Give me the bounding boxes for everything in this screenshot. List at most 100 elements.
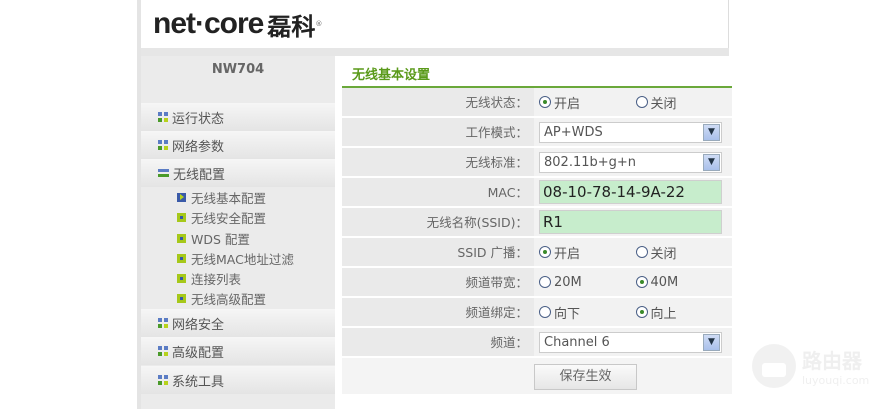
bullet-icon — [177, 212, 186, 222]
radio-unchecked-icon — [539, 306, 551, 318]
expanded-icon — [158, 168, 169, 178]
radio-checked-icon — [539, 96, 551, 108]
chevron-down-icon[interactable]: ▼ — [703, 333, 720, 351]
subitem-wireless-basic[interactable]: 无线基本配置 — [177, 188, 266, 206]
grid-icon — [158, 346, 168, 356]
subitem-connection-list[interactable]: 连接列表 — [177, 269, 241, 287]
field-label: 工作模式： — [465, 125, 528, 140]
field-label: 频道绑定： — [465, 305, 528, 320]
radio-label: 向上 — [650, 306, 677, 322]
radio-label: 20M — [554, 274, 582, 290]
radio-unchecked-icon — [539, 276, 551, 288]
wireless-on-radio[interactable]: 开启 — [539, 93, 636, 112]
chevron-down-icon[interactable]: ▼ — [703, 123, 720, 141]
sidebar-item-label: 网络参数 — [172, 139, 225, 155]
subitem-wireless-advanced[interactable]: 无线高级配置 — [177, 289, 266, 307]
mac-input[interactable]: 08-10-78-14-9A-22 — [539, 180, 722, 204]
field-label: 无线标准： — [465, 155, 528, 170]
sidebar-item-status[interactable]: 运行状态 — [141, 103, 335, 131]
sidebar-item-label: 高级配置 — [172, 345, 225, 361]
brand-cn-text: 磊科 — [267, 12, 316, 41]
active-arrow-icon — [177, 192, 186, 202]
page-title: 无线基本设置 — [352, 68, 431, 83]
radio-label: 关闭 — [650, 96, 677, 112]
radio-label: 40M — [650, 274, 679, 290]
watermark: 路由器 luyouqi.com — [752, 344, 869, 388]
bullet-icon — [177, 233, 186, 243]
subitem-mac-filter[interactable]: 无线MAC地址过滤 — [177, 249, 294, 267]
subitem-wds[interactable]: WDS 配置 — [177, 229, 250, 247]
standard-row: 无线标准： 802.11b+g+n ▼ — [342, 148, 732, 177]
binding-row: 频道绑定： 向下 向上 — [342, 298, 732, 327]
binding-down-radio[interactable]: 向下 — [539, 303, 636, 322]
radio-label: 关闭 — [650, 246, 677, 262]
radio-unchecked-icon — [635, 246, 648, 258]
radio-checked-icon — [539, 246, 551, 258]
binding-up-radio[interactable]: 向上 — [635, 303, 733, 322]
field-label: SSID 广播： — [457, 245, 528, 260]
field-label: 无线状态： — [465, 95, 528, 110]
subitem-label: 无线高级配置 — [191, 291, 267, 307]
sidebar-item-network[interactable]: 网络参数 — [141, 131, 335, 159]
save-button[interactable]: 保存生效 — [534, 364, 637, 390]
registered-mark: ® — [315, 20, 323, 28]
ssid-input[interactable]: R1 — [539, 210, 722, 234]
watermark-cn: 路由器 — [802, 349, 862, 373]
header-divider — [141, 48, 729, 56]
sidebar-item-security[interactable]: 网络安全 — [141, 309, 335, 337]
field-label: 频道带宽： — [465, 275, 528, 290]
sidebar-item-advanced[interactable]: 高级配置 — [141, 337, 335, 365]
bullet-icon — [177, 253, 186, 263]
radio-checked-icon — [635, 306, 648, 318]
brand-text: net·core — [153, 7, 264, 40]
grid-icon — [158, 140, 168, 150]
wireless-status-row: 无线状态： 开启 关闭 — [342, 88, 732, 117]
bullet-icon — [177, 273, 186, 283]
watermark-url: luyouqi.com — [802, 374, 870, 387]
bullet-icon — [177, 293, 186, 303]
subitem-label: 无线基本配置 — [191, 190, 267, 206]
subitem-wireless-security[interactable]: 无线安全配置 — [177, 208, 266, 226]
radio-label: 开启 — [554, 246, 581, 262]
broadcast-off-radio[interactable]: 关闭 — [635, 243, 733, 262]
select-value: 802.11b+g+n — [544, 154, 637, 170]
sidebar-item-label: 无线配置 — [173, 167, 226, 183]
radio-checked-icon — [635, 276, 648, 288]
model-name: NW704 — [211, 62, 265, 77]
subitem-label: 无线安全配置 — [191, 210, 267, 226]
subitem-label: 无线MAC地址过滤 — [191, 251, 294, 267]
grid-icon — [158, 375, 168, 385]
chevron-down-icon[interactable]: ▼ — [703, 153, 720, 171]
sidebar-item-label: 运行状态 — [172, 111, 225, 127]
radio-unchecked-icon — [635, 96, 648, 108]
broadcast-on-radio[interactable]: 开启 — [539, 243, 636, 262]
ssid-broadcast-row: SSID 广播： 开启 关闭 — [342, 238, 732, 267]
mac-row: MAC： 08-10-78-14-9A-22 — [342, 178, 732, 207]
radio-label: 向下 — [554, 306, 581, 322]
field-label: 无线名称(SSID)： — [426, 215, 528, 230]
bandwidth-40m-radio[interactable]: 40M — [635, 274, 733, 290]
sidebar-item-label: 网络安全 — [172, 317, 225, 333]
sidebar: NW704 运行状态 网络参数 无线配置 无线基本配置 无线安全配置 WDS 配… — [141, 56, 335, 409]
bandwidth-row: 频道带宽： 20M 40M — [342, 268, 732, 297]
grid-icon — [158, 112, 168, 122]
grid-icon — [158, 318, 168, 328]
sidebar-item-label: 系统工具 — [172, 374, 225, 390]
subitem-label: WDS 配置 — [191, 231, 250, 247]
field-label: MAC： — [487, 185, 528, 200]
radio-label: 开启 — [554, 96, 581, 112]
main-panel: 无线基本设置 无线状态： 开启 关闭 工作模式： AP+WDS ▼ 无线标准： 8… — [342, 56, 732, 409]
wireless-off-radio[interactable]: 关闭 — [635, 93, 733, 112]
bandwidth-20m-radio[interactable]: 20M — [539, 275, 636, 290]
sidebar-item-wireless[interactable]: 无线配置 — [141, 159, 335, 187]
netcore-logo: net·core 磊科 ® — [153, 4, 322, 44]
select-value: AP+WDS — [544, 124, 603, 140]
ssid-row: 无线名称(SSID)： R1 — [342, 208, 732, 237]
standard-select[interactable]: 802.11b+g+n ▼ — [539, 151, 722, 173]
work-mode-select[interactable]: AP+WDS ▼ — [539, 121, 722, 143]
sidebar-item-system-tools[interactable]: 系统工具 — [141, 366, 335, 394]
router-icon — [752, 344, 796, 388]
channel-row: 频道： Channel 6 ▼ — [342, 328, 732, 357]
channel-select[interactable]: Channel 6 ▼ — [539, 331, 722, 353]
work-mode-row: 工作模式： AP+WDS ▼ — [342, 118, 732, 147]
